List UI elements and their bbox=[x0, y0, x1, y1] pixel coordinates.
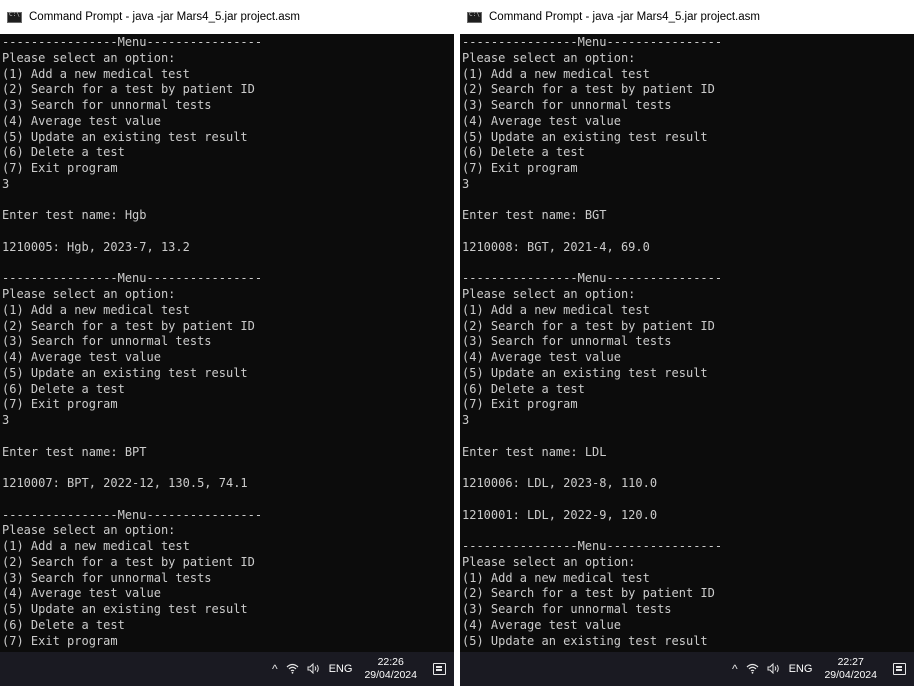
clock-date: 29/04/2024 bbox=[364, 669, 417, 681]
speaker-icon[interactable] bbox=[307, 662, 321, 676]
window-title: Command Prompt - java -jar Mars4_5.jar p… bbox=[489, 11, 760, 23]
language-indicator[interactable]: ENG bbox=[789, 663, 813, 675]
window-titlebar[interactable]: Command Prompt - java -jar Mars4_5.jar p… bbox=[460, 0, 914, 34]
speaker-icon[interactable] bbox=[767, 662, 781, 676]
command-prompt-window-left[interactable]: Command Prompt - java -jar Mars4_5.jar p… bbox=[0, 0, 454, 686]
wifi-icon[interactable] bbox=[286, 663, 299, 676]
notification-icon[interactable] bbox=[433, 663, 446, 675]
chevron-up-icon[interactable]: ^ bbox=[272, 663, 278, 675]
system-tray: ^ ENG 22:27 29/04/2024 bbox=[732, 652, 906, 686]
clock-time: 22:26 bbox=[377, 656, 404, 668]
console-output-area[interactable]: ----------------Menu---------------- Ple… bbox=[460, 35, 914, 652]
window-titlebar[interactable]: Command Prompt - java -jar Mars4_5.jar p… bbox=[0, 0, 454, 34]
console-output: ----------------Menu---------------- Ple… bbox=[2, 35, 263, 648]
language-indicator[interactable]: ENG bbox=[329, 663, 353, 675]
console-output-area[interactable]: ----------------Menu---------------- Ple… bbox=[0, 35, 454, 652]
console-output: ----------------Menu---------------- Ple… bbox=[462, 35, 723, 648]
taskbar-clock[interactable]: 22:26 29/04/2024 bbox=[364, 656, 417, 682]
command-prompt-window-right[interactable]: Command Prompt - java -jar Mars4_5.jar p… bbox=[460, 0, 914, 686]
notification-icon[interactable] bbox=[893, 663, 906, 675]
command-prompt-icon bbox=[7, 11, 22, 23]
taskbar: ^ ENG 22:27 29/04/2024 bbox=[460, 652, 914, 686]
taskbar: ^ ENG 22:26 29/04/2024 bbox=[0, 652, 454, 686]
command-prompt-icon bbox=[467, 11, 482, 23]
system-tray: ^ ENG 22:26 29/04/2024 bbox=[272, 652, 446, 686]
taskbar-clock[interactable]: 22:27 29/04/2024 bbox=[824, 656, 877, 682]
clock-time: 22:27 bbox=[837, 656, 864, 668]
wifi-icon[interactable] bbox=[746, 663, 759, 676]
window-title: Command Prompt - java -jar Mars4_5.jar p… bbox=[29, 11, 300, 23]
chevron-up-icon[interactable]: ^ bbox=[732, 663, 738, 675]
clock-date: 29/04/2024 bbox=[824, 669, 877, 681]
